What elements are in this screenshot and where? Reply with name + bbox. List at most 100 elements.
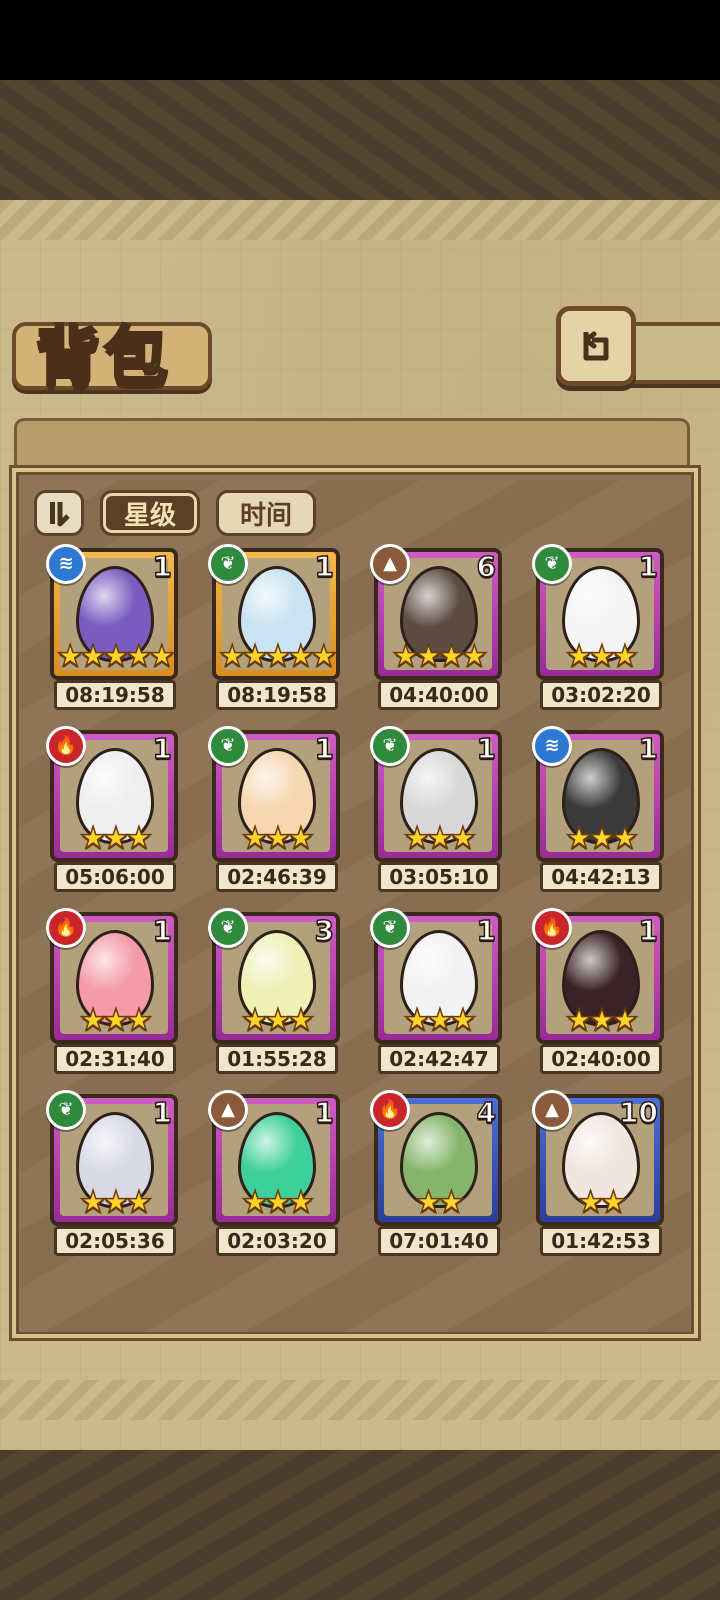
earth-glyph: ▲ bbox=[545, 1099, 559, 1120]
star-rating: ★★★ bbox=[241, 1003, 315, 1038]
earth-glyph: ▲ bbox=[221, 1099, 235, 1120]
page-title: 背包 bbox=[35, 320, 172, 397]
egg-item-dark-lava-egg[interactable]: 🔥 1 ★★★ 02:40:00 bbox=[532, 908, 664, 1074]
back-button-rail bbox=[630, 322, 720, 384]
fire-element-icon: 🔥 bbox=[532, 908, 572, 948]
fire-glyph: 🔥 bbox=[540, 917, 564, 938]
star-rating: ★★★ bbox=[565, 639, 639, 674]
hatch-timer: 02:03:20 bbox=[216, 1226, 338, 1256]
leaf-element-icon: ❦ bbox=[208, 726, 248, 766]
item-count: 4 bbox=[476, 1095, 497, 1130]
egg-item-hooded-white-egg[interactable]: 🔥 1 ★★★ 05:06:00 bbox=[46, 726, 178, 892]
leaf-glyph: ❦ bbox=[220, 553, 236, 574]
item-count: 1 bbox=[314, 549, 335, 584]
hatch-timer: 05:06:00 bbox=[54, 862, 176, 892]
hatch-timer: 03:02:20 bbox=[540, 680, 662, 710]
fire-element-icon: 🔥 bbox=[46, 726, 86, 766]
egg-item-white-egg-gold-ring[interactable]: ❦ 1 ★★★ 03:02:20 bbox=[532, 544, 664, 710]
leaf-glyph: ❦ bbox=[382, 917, 398, 938]
item-count: 1 bbox=[314, 731, 335, 766]
back-button[interactable] bbox=[556, 306, 636, 386]
item-count: 1 bbox=[476, 913, 497, 948]
leaf-element-icon: ❦ bbox=[370, 726, 410, 766]
leaf-glyph: ❦ bbox=[220, 917, 236, 938]
item-count: 1 bbox=[638, 549, 659, 584]
sort-tab-time[interactable]: 时间 bbox=[216, 490, 316, 536]
sort-direction-icon bbox=[50, 502, 70, 527]
hatch-timer: 08:19:58 bbox=[216, 680, 338, 710]
egg-item-silver-pocket-watch[interactable]: ❦ 1 ★★★★★ 08:19:58 bbox=[208, 544, 340, 710]
item-count: 1 bbox=[152, 731, 173, 766]
star-rating: ★★ bbox=[414, 1185, 465, 1220]
star-rating: ★★★ bbox=[79, 1003, 153, 1038]
hatch-timer: 03:05:10 bbox=[378, 862, 500, 892]
earth-element-icon: ▲ bbox=[532, 1090, 572, 1130]
egg-item-pink-egg-feather-nest[interactable]: ❦ 1 ★★★ 02:46:39 bbox=[208, 726, 340, 892]
item-count: 3 bbox=[314, 913, 335, 948]
egg-item-egg-with-horns[interactable]: ❦ 1 ★★★ 03:05:10 bbox=[370, 726, 502, 892]
water-glyph: ≋ bbox=[58, 553, 74, 574]
star-rating: ★★★★★ bbox=[218, 639, 338, 674]
leaf-glyph: ❦ bbox=[220, 735, 236, 756]
hatch-timer: 04:40:00 bbox=[378, 680, 500, 710]
item-count: 1 bbox=[152, 913, 173, 948]
star-rating: ★★★★★ bbox=[56, 639, 176, 674]
hatch-timer: 02:46:39 bbox=[216, 862, 338, 892]
fire-glyph: 🔥 bbox=[54, 735, 78, 756]
egg-item-brown-creature[interactable]: ▲ 6 ★★★★ 04:40:00 bbox=[370, 544, 502, 710]
star-rating: ★★★★ bbox=[391, 639, 488, 674]
star-rating: ★★★ bbox=[79, 821, 153, 856]
hatch-timer: 02:40:00 bbox=[540, 1044, 662, 1074]
egg-item-fluffy-moth-egg[interactable]: ▲ 10 ★★ 01:42:53 bbox=[532, 1090, 664, 1256]
return-arrow-icon bbox=[583, 331, 609, 361]
water-element-icon: ≋ bbox=[46, 544, 86, 584]
item-count: 1 bbox=[314, 1095, 335, 1130]
decorative-border-bottom bbox=[0, 1380, 720, 1420]
egg-item-spiked-black-egg[interactable]: ≋ 1 ★★★ 04:42:13 bbox=[532, 726, 664, 892]
leaf-glyph: ❦ bbox=[544, 553, 560, 574]
item-count: 10 bbox=[618, 1095, 658, 1130]
egg-item-leafy-yellow-egg[interactable]: ❦ 3 ★★★ 01:55:28 bbox=[208, 908, 340, 1074]
star-rating: ★★★ bbox=[403, 1003, 477, 1038]
egg-item-winged-white-egg[interactable]: ❦ 1 ★★★ 02:42:47 bbox=[370, 908, 502, 1074]
sort-order-toggle[interactable] bbox=[34, 490, 84, 536]
item-count: 1 bbox=[476, 731, 497, 766]
item-count: 1 bbox=[638, 913, 659, 948]
water-glyph: ≋ bbox=[544, 735, 560, 756]
leaf-element-icon: ❦ bbox=[532, 544, 572, 584]
background-map-top bbox=[0, 80, 720, 200]
hatch-timer: 02:42:47 bbox=[378, 1044, 500, 1074]
background-map-bottom bbox=[0, 1450, 720, 1600]
sort-tab-stars[interactable]: 星级 bbox=[100, 490, 200, 536]
star-rating: ★★ bbox=[576, 1185, 627, 1220]
egg-item-green-cactus-egg[interactable]: 🔥 4 ★★ 07:01:40 bbox=[370, 1090, 502, 1256]
egg-item-purple-pocket-watch[interactable]: ≋ 1 ★★★★★ 08:19:58 bbox=[46, 544, 178, 710]
star-rating: ★★★ bbox=[241, 1185, 315, 1220]
leaf-element-icon: ❦ bbox=[208, 908, 248, 948]
fire-glyph: 🔥 bbox=[378, 1099, 402, 1120]
hatch-timer: 04:42:13 bbox=[540, 862, 662, 892]
hatch-timer: 02:05:36 bbox=[54, 1226, 176, 1256]
star-rating: ★★★ bbox=[565, 1003, 639, 1038]
earth-element-icon: ▲ bbox=[370, 544, 410, 584]
item-count: 1 bbox=[152, 1095, 173, 1130]
hatch-timer: 01:42:53 bbox=[540, 1226, 662, 1256]
hatch-timer: 08:19:58 bbox=[54, 680, 176, 710]
water-element-icon: ≋ bbox=[532, 726, 572, 766]
fire-glyph: 🔥 bbox=[54, 917, 78, 938]
earth-glyph: ▲ bbox=[383, 553, 397, 574]
egg-item-pink-crowned-egg[interactable]: 🔥 1 ★★★ 02:31:40 bbox=[46, 908, 178, 1074]
hatch-timer: 02:31:40 bbox=[54, 1044, 176, 1074]
egg-item-studded-black-white-egg[interactable]: ❦ 1 ★★★ 02:05:36 bbox=[46, 1090, 178, 1256]
leaf-element-icon: ❦ bbox=[208, 544, 248, 584]
decorative-border-top bbox=[0, 200, 720, 240]
status-bar bbox=[0, 0, 720, 80]
star-rating: ★★★ bbox=[79, 1185, 153, 1220]
egg-item-green-crystal-orb[interactable]: ▲ 1 ★★★ 02:03:20 bbox=[208, 1090, 340, 1256]
fire-element-icon: 🔥 bbox=[370, 1090, 410, 1130]
item-count: 1 bbox=[152, 549, 173, 584]
item-count: 1 bbox=[638, 731, 659, 766]
leaf-glyph: ❦ bbox=[382, 735, 398, 756]
leaf-glyph: ❦ bbox=[58, 1099, 74, 1120]
item-count: 6 bbox=[476, 549, 497, 584]
